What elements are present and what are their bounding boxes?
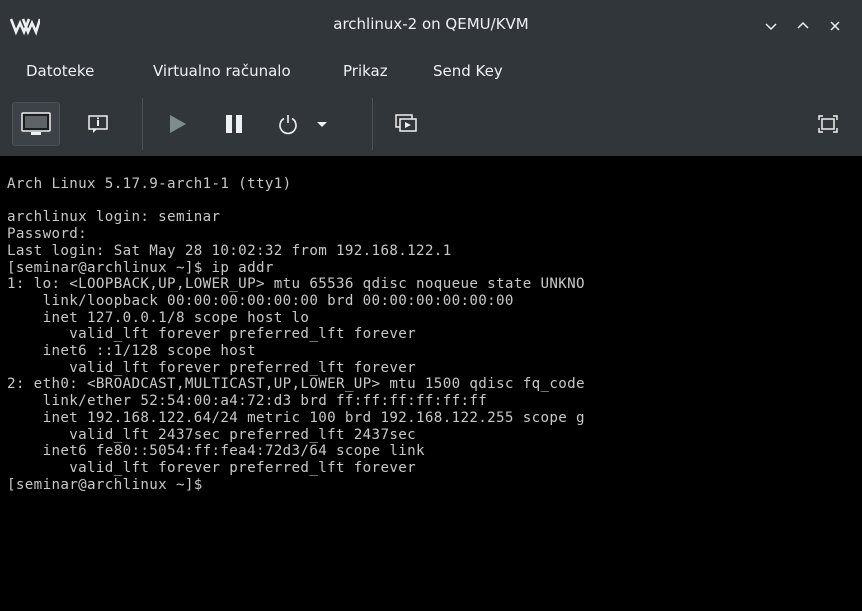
close-button[interactable]	[822, 12, 848, 40]
console-line: valid_lft forever preferred_lft forever	[7, 459, 417, 476]
console-line: 2: eth0: <BROADCAST,MULTICAST,UP,LOWER_U…	[7, 376, 585, 393]
details-view-button[interactable]	[76, 102, 120, 146]
console-output: Arch Linux 5.17.9-arch1-1 (tty1) archlin…	[7, 176, 585, 493]
toolbar	[0, 92, 862, 156]
console-line: link/loopback 00:00:00:00:00:00 brd 00:0…	[7, 292, 514, 309]
shutdown-button[interactable]	[268, 102, 308, 146]
toolbar-separator	[372, 98, 373, 150]
console-line: valid_lft forever preferred_lft forever	[7, 326, 417, 343]
console-line: [seminar@archlinux ~]$ ip addr	[7, 259, 274, 276]
minimize-button[interactable]	[758, 12, 784, 40]
title-bar[interactable]: archlinux-2 on QEMU/KVM	[0, 0, 862, 52]
info-icon	[88, 115, 108, 133]
virt-viewer-window: archlinux-2 on QEMU/KVM Datoteke Virtual…	[0, 0, 862, 611]
chevron-up-icon	[797, 21, 809, 29]
console-line: [seminar@archlinux ~]$	[7, 476, 203, 493]
console-line: Last login: Sat May 28 10:02:32 from 192…	[7, 242, 452, 259]
menu-datoteke[interactable]: Datoteke	[26, 62, 94, 80]
console-line: inet6 fe80::5054:ff:fea4:72d3/64 scope l…	[7, 443, 425, 460]
menu-bar: Datoteke Virtualno računalo Prikaz Send …	[0, 52, 862, 92]
close-icon	[830, 21, 840, 31]
monitor-icon	[21, 112, 51, 135]
pause-icon	[226, 115, 242, 133]
console-line: Arch Linux 5.17.9-arch1-1 (tty1)	[7, 176, 292, 192]
toolbar-separator	[142, 98, 143, 150]
power-icon	[279, 115, 297, 135]
fullscreen-button[interactable]	[808, 102, 848, 146]
console-line: inet 127.0.0.1/8 scope host lo	[7, 309, 310, 326]
fullscreen-icon	[818, 115, 838, 133]
console-line: inet 192.168.122.64/24 metric 100 brd 19…	[7, 409, 585, 426]
console-line: Password:	[7, 226, 88, 243]
snapshot-icon	[395, 114, 417, 132]
menu-send-key[interactable]: Send Key	[433, 62, 503, 80]
console-line: valid_lft forever preferred_lft forever	[7, 359, 417, 376]
play-icon	[170, 115, 186, 133]
console-line: link/ether 52:54:00:a4:72:d3 brd ff:ff:f…	[7, 393, 488, 410]
pause-button[interactable]	[212, 102, 256, 146]
chevron-down-icon	[765, 23, 777, 31]
vm-console-display[interactable]: Arch Linux 5.17.9-arch1-1 (tty1) archlin…	[0, 156, 862, 611]
shutdown-menu-button[interactable]	[310, 102, 334, 146]
snapshots-button[interactable]	[384, 102, 428, 146]
menu-prikaz[interactable]: Prikaz	[343, 62, 388, 80]
console-line: 1: lo: <LOOPBACK,UP,LOWER_UP> mtu 65536 …	[7, 276, 585, 293]
maximize-button[interactable]	[790, 12, 816, 40]
console-line: valid_lft 2437sec preferred_lft 2437sec	[7, 426, 417, 443]
console-line: archlinux login: seminar	[7, 209, 221, 226]
menu-virtualno-racunalo[interactable]: Virtualno računalo	[153, 62, 291, 80]
window-title: archlinux-2 on QEMU/KVM	[333, 15, 529, 33]
console-view-button[interactable]	[12, 102, 60, 146]
chevron-down-icon	[317, 122, 327, 127]
console-line: inet6 ::1/128 scope host	[7, 343, 256, 360]
run-button[interactable]	[155, 102, 199, 146]
